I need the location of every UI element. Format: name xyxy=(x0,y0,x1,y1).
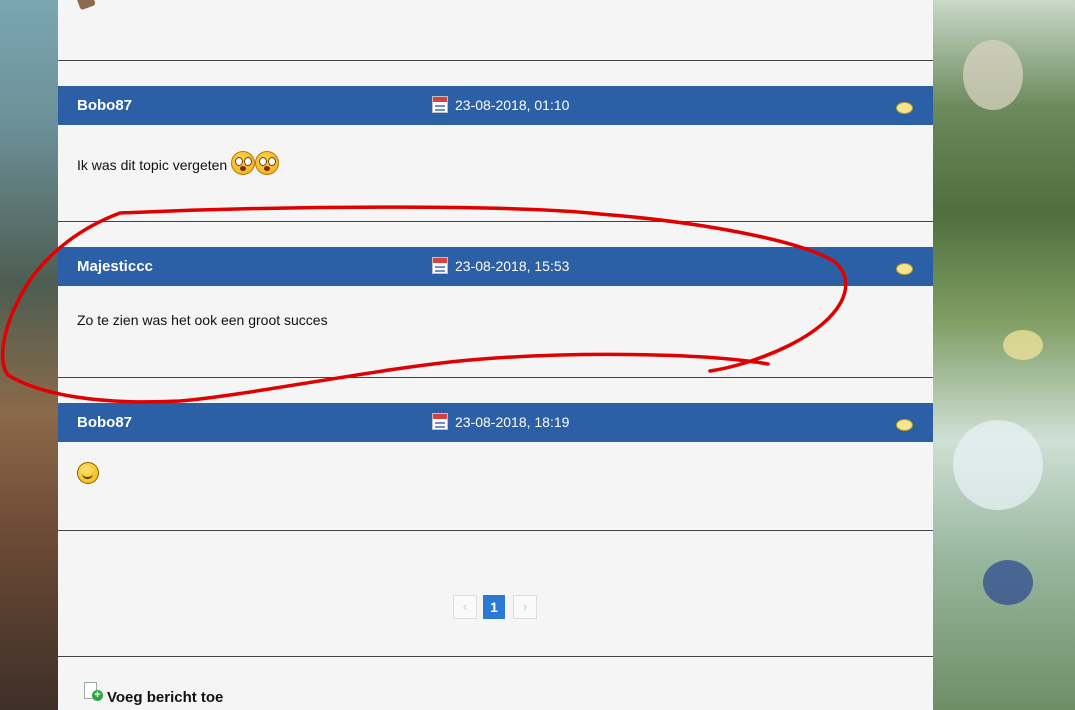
post-date-text: 23-08-2018, 01:10 xyxy=(455,97,570,113)
calendar-icon xyxy=(432,413,448,430)
post-author[interactable]: Bobo87 xyxy=(77,414,132,431)
section-divider xyxy=(58,656,933,657)
post-text: Zo te zien was het ook een groot succes xyxy=(77,312,328,328)
pagination-page-current[interactable]: 1 xyxy=(483,595,505,619)
post-divider xyxy=(58,60,933,61)
post-date-text: 23-08-2018, 18:19 xyxy=(455,414,570,430)
pagination-next-button[interactable]: › xyxy=(513,595,537,619)
shocked-smiley-icon xyxy=(255,151,280,175)
quote-bubble-icon[interactable] xyxy=(896,102,913,114)
laughing-smiley-icon xyxy=(77,462,99,484)
calendar-icon xyxy=(432,257,448,274)
post-author[interactable]: Majesticcc xyxy=(77,258,153,275)
calendar-icon xyxy=(432,96,448,113)
forum-thread-panel: Bobo87 23-08-2018, 01:10 Ik was dit topi… xyxy=(58,0,933,710)
post-icon xyxy=(76,0,96,11)
post-header: Majesticcc 23-08-2018, 15:53 xyxy=(58,247,933,286)
post-author[interactable]: Bobo87 xyxy=(77,97,132,114)
post-header: Bobo87 23-08-2018, 01:10 xyxy=(58,86,933,125)
add-post-label: Voeg bericht toe xyxy=(107,689,224,706)
quote-bubble-icon[interactable] xyxy=(896,419,913,431)
background-art-right xyxy=(933,0,1075,710)
post-date-text: 23-08-2018, 15:53 xyxy=(455,258,570,274)
post-divider xyxy=(58,530,933,531)
pagination-prev-button[interactable]: ‹ xyxy=(453,595,477,619)
background-art-left xyxy=(0,0,58,710)
plus-icon: + xyxy=(92,690,103,701)
quote-bubble-icon[interactable] xyxy=(896,263,913,275)
post-body: Ik was dit topic vergeten xyxy=(77,151,280,175)
post-divider xyxy=(58,221,933,222)
post-text: Ik was dit topic vergeten xyxy=(77,157,228,173)
post-divider xyxy=(58,377,933,378)
shocked-smiley-icon xyxy=(231,151,256,175)
post-body: Zo te zien was het ook een groot succes xyxy=(77,312,328,328)
post-header: Bobo87 23-08-2018, 18:19 xyxy=(58,403,933,442)
